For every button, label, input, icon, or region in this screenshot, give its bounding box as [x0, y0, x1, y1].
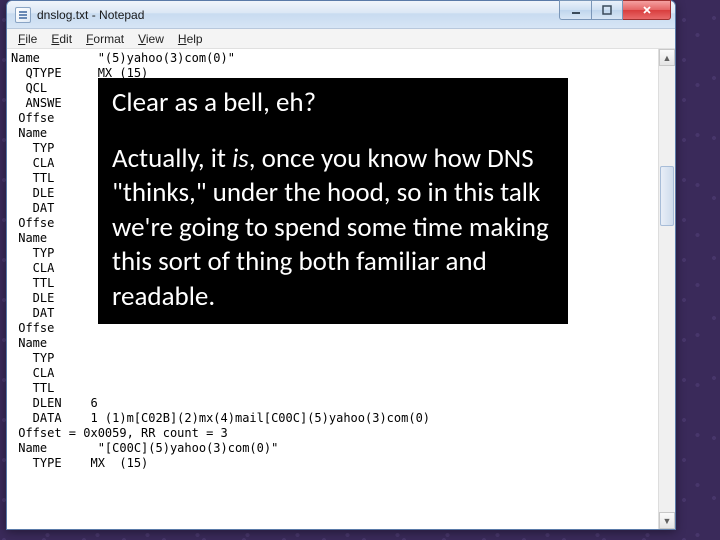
- scroll-thumb[interactable]: [660, 166, 674, 226]
- maximize-icon: [601, 4, 613, 16]
- menubar: File Edit Format View Help: [7, 29, 675, 49]
- menu-help[interactable]: Help: [171, 31, 210, 47]
- minimize-button[interactable]: [559, 0, 591, 20]
- titlebar[interactable]: dnslog.txt - Notepad: [7, 1, 675, 29]
- maximize-button[interactable]: [591, 0, 623, 20]
- window-title: dnslog.txt - Notepad: [37, 8, 559, 22]
- overlay-body-pre: Actually, it: [112, 142, 232, 175]
- scroll-up-button[interactable]: ▲: [659, 49, 675, 66]
- menu-format[interactable]: Format: [79, 31, 131, 47]
- window-controls: [559, 1, 675, 28]
- overlay-heading: Clear as a bell, eh?: [112, 86, 554, 120]
- overlay-body: Actually, it is, once you know how DNS "…: [112, 142, 554, 315]
- minimize-icon: [570, 4, 582, 16]
- presentation-overlay: Clear as a bell, eh? Actually, it is, on…: [98, 78, 568, 324]
- menu-edit[interactable]: Edit: [44, 31, 79, 47]
- close-button[interactable]: [623, 0, 671, 20]
- vertical-scrollbar[interactable]: ▲ ▼: [658, 49, 675, 529]
- menu-file[interactable]: File: [11, 31, 44, 47]
- scroll-track[interactable]: [659, 66, 675, 512]
- close-icon: [641, 4, 653, 16]
- scroll-down-button[interactable]: ▼: [659, 512, 675, 529]
- menu-view[interactable]: View: [131, 31, 171, 47]
- overlay-body-em: is: [232, 142, 249, 175]
- notepad-icon: [15, 7, 31, 23]
